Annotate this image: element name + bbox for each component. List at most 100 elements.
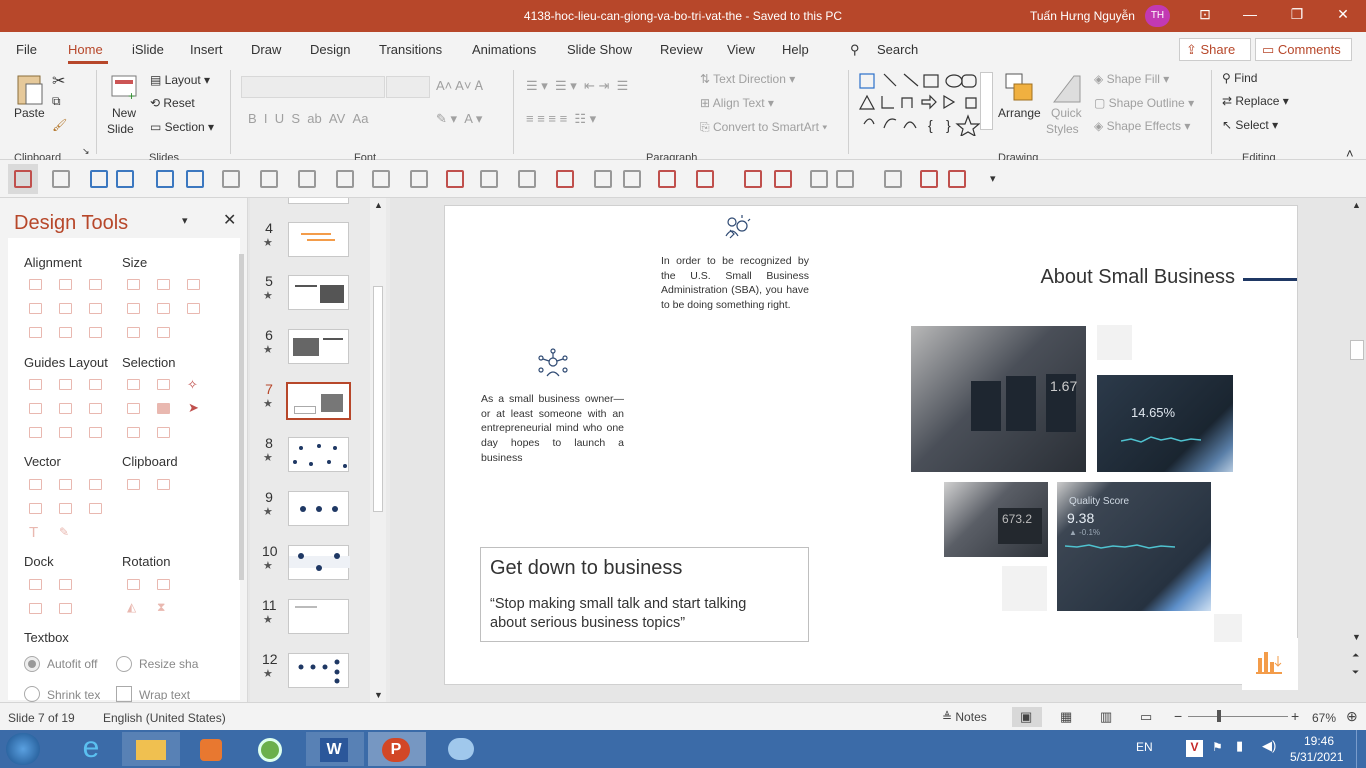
ribbon-display-icon[interactable]: ⊡ bbox=[1195, 6, 1215, 23]
align-right-icon[interactable] bbox=[89, 279, 102, 290]
pane-menu-icon[interactable]: ▾ bbox=[182, 214, 188, 227]
select-icon[interactable] bbox=[127, 427, 140, 438]
copy-style-icon[interactable] bbox=[52, 170, 70, 188]
scroll-down-icon[interactable]: ▼ bbox=[374, 690, 383, 700]
tab-transitions[interactable]: Transitions bbox=[379, 42, 442, 57]
tab-home[interactable]: Home bbox=[68, 42, 103, 57]
select-icon[interactable] bbox=[157, 379, 170, 390]
zoom-slider[interactable] bbox=[1188, 716, 1288, 717]
paint-icon[interactable] bbox=[432, 732, 490, 766]
font-family-box[interactable] bbox=[241, 76, 385, 98]
slide-scrollbar[interactable] bbox=[1348, 198, 1366, 702]
wrap-checkbox[interactable] bbox=[116, 686, 132, 702]
rotate-icon[interactable] bbox=[127, 579, 140, 590]
text-direction-button[interactable]: ⇅ Text Direction ▾ bbox=[700, 72, 795, 86]
business-textbox[interactable]: Get down to business “Stop making small … bbox=[480, 547, 809, 642]
new-slide-label-1[interactable]: New bbox=[112, 106, 136, 120]
slide-thumbnail-7[interactable] bbox=[286, 382, 351, 420]
distribute-icon[interactable] bbox=[774, 170, 792, 188]
scroll-up-icon[interactable]: ▲ bbox=[374, 200, 383, 210]
clock-time[interactable]: 19:46 bbox=[1304, 734, 1334, 748]
shapes-gallery-scroll[interactable] bbox=[980, 72, 993, 130]
line-icon[interactable] bbox=[372, 170, 390, 188]
clock-date[interactable]: 5/31/2021 bbox=[1290, 750, 1343, 764]
new-slide-icon[interactable]: + bbox=[110, 72, 140, 102]
select-button[interactable]: ↖ Select ▾ bbox=[1222, 118, 1278, 132]
slide-thumbnail-12[interactable] bbox=[288, 653, 349, 688]
distribute-v-icon[interactable] bbox=[59, 327, 72, 338]
slide-thumbnail-5[interactable] bbox=[288, 275, 349, 310]
slide-thumbnail-4[interactable] bbox=[288, 222, 349, 257]
replace-button[interactable]: ⇄ Replace ▾ bbox=[1222, 94, 1289, 108]
tab-view[interactable]: View bbox=[727, 42, 755, 57]
guide-icon[interactable] bbox=[59, 427, 72, 438]
zoom-level[interactable]: 67% bbox=[1312, 711, 1336, 725]
same-size-icon[interactable] bbox=[187, 279, 200, 290]
font-size-box[interactable] bbox=[386, 76, 430, 98]
slide-thumbnail-9[interactable] bbox=[288, 491, 349, 526]
tab-slide-show[interactable]: Slide Show bbox=[567, 42, 632, 57]
vector-icon[interactable] bbox=[59, 503, 72, 514]
slideshow-icon[interactable]: ▭ bbox=[1140, 709, 1152, 725]
guide-icon[interactable] bbox=[59, 379, 72, 390]
format-painter-icon[interactable]: 🖌 bbox=[52, 118, 67, 132]
pen-icon[interactable]: ✎ bbox=[59, 525, 69, 539]
heading-about-small-business[interactable]: About Small Business bbox=[1035, 266, 1235, 289]
current-slide[interactable]: In order to be recognized by the U.S. Sm… bbox=[444, 205, 1298, 685]
convert-smartart-button[interactable]: ⎘ Convert to SmartArt ▾ bbox=[700, 120, 827, 135]
same-height-icon[interactable] bbox=[157, 279, 170, 290]
search-box[interactable]: Search bbox=[877, 42, 918, 57]
dashboard-image-4[interactable]: Quality Score 9.38 ▲ -0.1% bbox=[1057, 482, 1211, 611]
word-icon[interactable]: W bbox=[306, 732, 364, 766]
quick-styles-label-1[interactable]: Quick bbox=[1051, 106, 1082, 120]
picture-icon[interactable] bbox=[186, 170, 204, 188]
zoom-out-icon[interactable]: − bbox=[1174, 708, 1182, 724]
scroll-down-icon[interactable]: ▼ bbox=[1352, 632, 1361, 642]
flip-h-icon[interactable]: ◭ bbox=[127, 600, 136, 614]
language[interactable]: English (United States) bbox=[103, 711, 226, 725]
volume-icon[interactable]: ◀) bbox=[1262, 738, 1276, 754]
text-owner[interactable]: As a small business owner—or at least so… bbox=[481, 392, 624, 466]
tab-islide[interactable]: iSlide bbox=[132, 42, 164, 57]
ie-icon[interactable]: e bbox=[62, 732, 120, 766]
slide-thumbnail-11[interactable] bbox=[288, 599, 349, 634]
tab-help[interactable]: Help bbox=[782, 42, 809, 57]
minimize-icon[interactable]: — bbox=[1240, 6, 1260, 22]
color-picker-icon[interactable] bbox=[446, 170, 464, 188]
show-desktop-button[interactable] bbox=[1356, 730, 1366, 768]
slide-counter[interactable]: Slide 7 of 19 bbox=[8, 711, 75, 725]
guide-icon[interactable] bbox=[89, 427, 102, 438]
grow-font-icon[interactable]: A˄ A˅ Ꭺ bbox=[436, 78, 484, 94]
fit-slide-icon[interactable]: ⊕ bbox=[1346, 708, 1358, 725]
unikey-icon[interactable]: V bbox=[1186, 740, 1203, 757]
slide-sorter-icon[interactable]: ▦ bbox=[1060, 709, 1072, 725]
tab-design[interactable]: Design bbox=[310, 42, 350, 57]
align-top-icon[interactable] bbox=[29, 303, 42, 314]
pane-scrollbar[interactable] bbox=[239, 254, 244, 580]
slide-thumbnail-6[interactable] bbox=[288, 329, 349, 364]
coccoc-icon[interactable] bbox=[242, 732, 300, 766]
guide-icon[interactable] bbox=[89, 379, 102, 390]
size-icon[interactable] bbox=[157, 327, 170, 338]
swap-icon[interactable] bbox=[187, 303, 200, 314]
font-style-icons[interactable]: B I U S ab AV Aa bbox=[248, 111, 368, 126]
thumbnail-scroll-thumb[interactable] bbox=[373, 286, 383, 512]
fill-icon[interactable] bbox=[298, 170, 316, 188]
select-icon[interactable] bbox=[127, 379, 140, 390]
guide-icon[interactable] bbox=[29, 379, 42, 390]
paste-icon[interactable] bbox=[157, 479, 170, 490]
search-icon[interactable]: ⚲ bbox=[850, 42, 860, 58]
layout-icon[interactable] bbox=[836, 170, 854, 188]
frame-icon[interactable] bbox=[810, 170, 828, 188]
export-icon[interactable] bbox=[920, 170, 938, 188]
fill-eyedropper-icon[interactable] bbox=[336, 170, 354, 188]
design-tools-icon[interactable] bbox=[14, 170, 32, 188]
layers-icon[interactable] bbox=[744, 170, 762, 188]
restore-icon[interactable]: ❐ bbox=[1287, 6, 1307, 23]
shape-fill-button[interactable]: ◈ Shape Fill ▾ bbox=[1094, 72, 1169, 86]
copy-icon[interactable] bbox=[127, 479, 140, 490]
copy-icon[interactable]: ⧉ bbox=[52, 94, 61, 109]
shape-style-icon[interactable] bbox=[480, 170, 498, 188]
flip-v-icon[interactable]: ⧗ bbox=[157, 600, 165, 615]
slide-scroll-thumb[interactable] bbox=[1350, 340, 1364, 360]
